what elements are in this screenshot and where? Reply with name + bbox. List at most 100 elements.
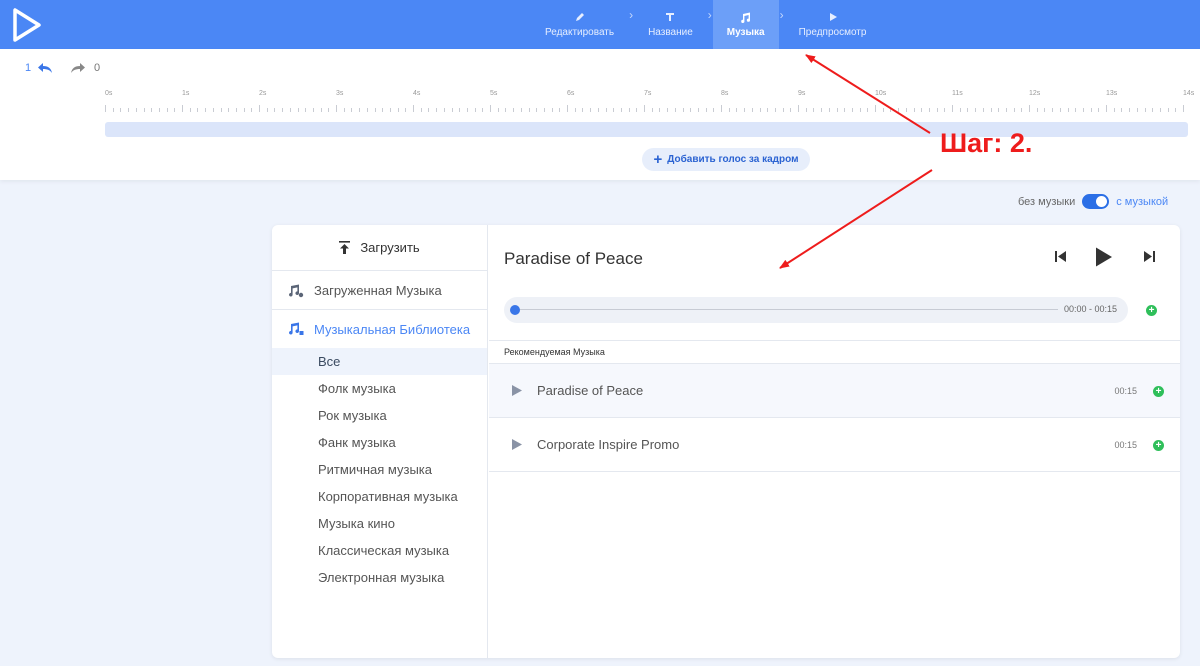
sidebar-item-uploaded-music[interactable]: Загруженная Музыка (272, 272, 487, 310)
ruler-tick (859, 108, 861, 112)
category-classical[interactable]: Классическая музыка (272, 537, 487, 564)
music-library-icon (289, 322, 304, 335)
previous-track-button[interactable] (1055, 251, 1067, 262)
ruler-tick (1144, 108, 1146, 112)
music-library-label: Музыкальная Библиотека (314, 321, 471, 337)
ruler-tick (913, 108, 915, 112)
ruler-tick (1005, 108, 1007, 112)
ruler-tick (297, 108, 299, 112)
track-row[interactable]: Paradise of Peace 00:15 + (489, 364, 1180, 418)
category-all[interactable]: Все (272, 348, 487, 375)
track-duration: 00:15 (1114, 440, 1137, 450)
upload-button[interactable]: Загрузить (272, 225, 487, 271)
ruler-tick (967, 108, 969, 112)
progress-handle[interactable] (510, 305, 520, 315)
ruler-tick (482, 108, 484, 112)
category-folk[interactable]: Фолк музыка (272, 375, 487, 402)
redo-icon[interactable] (70, 62, 86, 74)
timeline-panel (0, 49, 1200, 180)
ruler-tick (721, 105, 722, 112)
category-rhythmic[interactable]: Ритмичная музыка (272, 456, 487, 483)
tab-edit[interactable]: Редактировать (531, 0, 628, 49)
play-icon[interactable] (512, 385, 522, 396)
ruler-tick (320, 108, 322, 112)
ruler-tick (928, 108, 930, 112)
ruler-tick (713, 108, 715, 112)
category-funk[interactable]: Фанк музыка (272, 429, 487, 456)
ruler-tick (952, 105, 953, 112)
tab-title[interactable]: Название (634, 0, 707, 49)
ruler-tick (674, 108, 676, 112)
category-rock[interactable]: Рок музыка (272, 402, 487, 429)
ruler-tick (867, 108, 869, 112)
ruler-tick (644, 105, 645, 112)
ruler-tick (1183, 105, 1184, 112)
ruler-tick (1129, 108, 1131, 112)
undo-control[interactable]: 1 (25, 62, 53, 74)
music-note-icon (740, 11, 752, 23)
with-music-label[interactable]: с музыкой (1116, 196, 1168, 208)
plus-icon: + (653, 151, 663, 168)
ruler-tick (821, 108, 823, 112)
ruler-tick (551, 108, 553, 112)
ruler-tick (1082, 108, 1084, 112)
ruler-tick (744, 108, 746, 112)
ruler-tick (205, 108, 207, 112)
ruler-tick (882, 108, 884, 112)
tab-preview-label: Предпросмотр (798, 27, 867, 38)
category-electronic[interactable]: Электронная музыка (272, 564, 487, 591)
category-cinema[interactable]: Музыка кино (272, 510, 487, 537)
add-track-button[interactable]: + (1153, 386, 1164, 397)
ruler-tick (251, 108, 253, 112)
app-logo-icon[interactable] (12, 8, 42, 42)
next-track-button[interactable] (1143, 251, 1155, 262)
category-corporate[interactable]: Корпоративная музыка (272, 483, 487, 510)
ruler-tick (505, 108, 507, 112)
track-row[interactable]: Corporate Inspire Promo 00:15 + (489, 418, 1180, 472)
ruler-tick (543, 108, 545, 112)
ruler-tick (898, 108, 900, 112)
ruler-tick (1029, 105, 1030, 112)
ruler-tick (659, 108, 661, 112)
track-name: Corporate Inspire Promo (537, 437, 680, 452)
recommended-header: Рекомендуемая Музыка (489, 340, 1180, 364)
ruler-tick (1152, 108, 1154, 112)
ruler-tick (998, 108, 1000, 112)
no-music-label[interactable]: без музыки (1018, 196, 1075, 208)
tab-music[interactable]: Музыка (712, 0, 779, 49)
ruler-label: 1s (182, 90, 190, 97)
ruler-label: 3s (336, 90, 344, 97)
playback-time: 00:00 - 00:15 (1063, 304, 1117, 314)
ruler-tick (1121, 108, 1123, 112)
ruler-tick (890, 108, 892, 112)
add-track-button[interactable]: + (1146, 305, 1157, 316)
playback-progress[interactable]: 00:00 - 00:15 (504, 297, 1128, 323)
music-toggle-switch[interactable] (1082, 194, 1110, 209)
ruler-tick (497, 108, 499, 112)
ruler-tick (975, 108, 977, 112)
ruler-tick (328, 108, 330, 112)
ruler-tick (235, 108, 237, 112)
add-voiceover-button[interactable]: + Добавить голос за кадром (642, 148, 810, 171)
play-button[interactable] (1095, 247, 1113, 267)
tab-preview[interactable]: Предпросмотр (785, 0, 881, 49)
ruler-tick (667, 108, 669, 112)
current-track-title: Paradise of Peace (504, 249, 643, 268)
ruler-tick (105, 105, 106, 112)
add-track-button[interactable]: + (1153, 440, 1164, 451)
ruler-label: 10s (875, 90, 887, 97)
ruler-tick (451, 108, 453, 112)
undo-icon[interactable] (37, 62, 53, 74)
redo-control[interactable]: 0 (70, 62, 100, 74)
ruler-tick (736, 108, 738, 112)
sidebar-item-music-library[interactable]: Музыкальная Библиотека (272, 310, 487, 348)
ruler-tick (936, 108, 938, 112)
tab-music-label: Музыка (726, 27, 765, 38)
ruler-tick (1059, 108, 1061, 112)
ruler-tick (690, 108, 692, 112)
ruler-tick (135, 108, 137, 112)
ruler-tick (366, 108, 368, 112)
ruler-tick (682, 108, 684, 112)
play-icon[interactable] (512, 439, 522, 450)
top-bar: Редактировать › Название › Музыка › Пред… (0, 0, 1200, 49)
